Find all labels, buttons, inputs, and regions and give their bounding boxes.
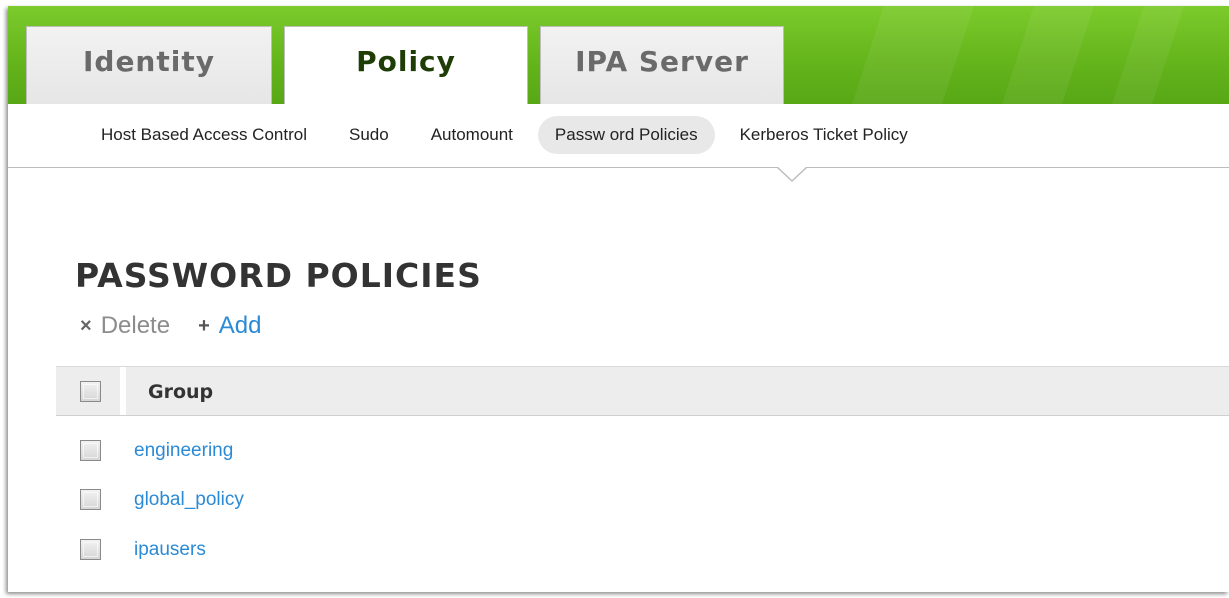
tab-policy[interactable]: Policy: [284, 26, 528, 106]
row-checkbox[interactable]: [80, 539, 101, 560]
row-checkbox[interactable]: [80, 489, 101, 510]
group-link[interactable]: ipausers: [134, 539, 206, 561]
group-link[interactable]: global_policy: [134, 489, 244, 511]
sub-navigation: Host Based Access Control Sudo Automount…: [8, 104, 1229, 168]
header-decoration: [1002, 6, 1094, 104]
sub-navigation-items: Host Based Access Control Sudo Automount…: [81, 116, 933, 154]
action-bar: × Delete + Add: [80, 312, 289, 340]
table-header: Group: [56, 366, 1229, 416]
add-button[interactable]: + Add: [198, 312, 261, 340]
table-row: global_policy: [56, 480, 656, 520]
group-link[interactable]: engineering: [134, 440, 233, 462]
subnav-item-password-policies[interactable]: Passw ord Policies: [537, 116, 715, 154]
main-tabs: Identity Policy IPA Server: [26, 26, 784, 106]
table-row: ipausers: [56, 530, 656, 570]
subnav-item-automount[interactable]: Automount: [414, 116, 530, 154]
app-window: Identity Policy IPA Server Host Based Ac…: [8, 6, 1229, 592]
tab-policy-label: Policy: [356, 45, 456, 78]
subnav-item-kerberos-ticket-policy[interactable]: Kerberos Ticket Policy: [723, 116, 925, 154]
delete-button[interactable]: × Delete: [80, 312, 170, 340]
header-decoration: [852, 6, 974, 104]
tab-ipa-server-label: IPA Server: [575, 45, 749, 78]
tab-identity-label: Identity: [82, 45, 215, 78]
close-icon: ×: [80, 314, 92, 337]
plus-icon: +: [198, 314, 210, 337]
subnav-item-host-based-access-control[interactable]: Host Based Access Control: [81, 116, 324, 154]
add-label: Add: [218, 312, 262, 339]
column-header-group[interactable]: Group: [148, 381, 213, 403]
row-checkbox[interactable]: [80, 440, 101, 461]
delete-label: Delete: [100, 312, 171, 339]
tab-identity[interactable]: Identity: [26, 26, 272, 104]
subnav-item-sudo[interactable]: Sudo: [332, 116, 406, 154]
caret-down-icon: [776, 166, 808, 182]
header-checkbox-cell: [56, 367, 126, 415]
tab-ipa-server[interactable]: IPA Server: [540, 26, 784, 104]
select-all-checkbox[interactable]: [80, 381, 101, 402]
table-row: engineering: [56, 431, 656, 471]
header-decoration: [1112, 6, 1184, 104]
page-title: PASSWORD POLICIES: [75, 256, 482, 295]
